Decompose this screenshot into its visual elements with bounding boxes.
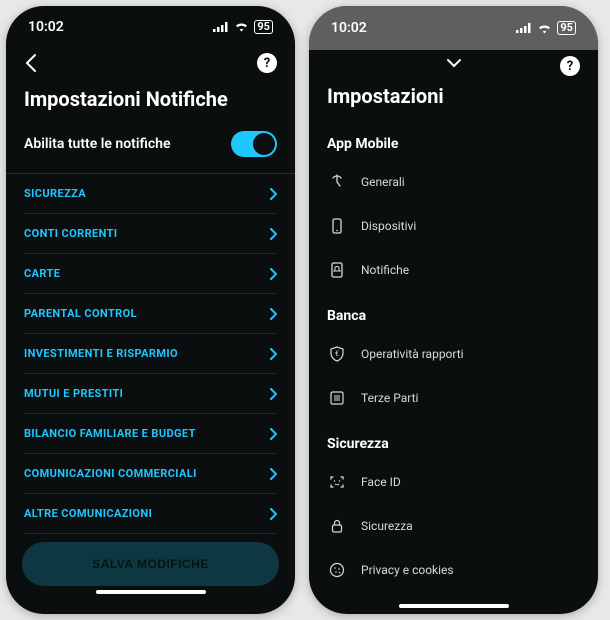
category-label: BILANCIO FAMILIARE E BUDGET bbox=[24, 427, 196, 440]
signal-icon bbox=[213, 22, 229, 32]
settings-item-label: Terze Parti bbox=[361, 391, 418, 405]
category-item[interactable]: SICUREZZA bbox=[24, 174, 277, 214]
save-area: SALVA MODIFICHE bbox=[6, 534, 295, 614]
wifi-icon bbox=[537, 23, 552, 34]
device-icon bbox=[327, 216, 347, 236]
help-icon[interactable]: ? bbox=[257, 53, 277, 73]
status-icons: 95 bbox=[213, 20, 273, 34]
chevron-right-icon bbox=[269, 268, 277, 280]
chevron-right-icon bbox=[269, 508, 277, 520]
category-label: COMUNICAZIONI COMMERCIALI bbox=[24, 467, 197, 480]
category-label: SICUREZZA bbox=[24, 187, 86, 200]
settings-item[interactable]: Terze Parti bbox=[309, 376, 598, 420]
list-icon bbox=[327, 388, 347, 408]
page-title: Impostazioni Notifiche bbox=[6, 77, 295, 123]
enable-all-toggle[interactable] bbox=[231, 131, 277, 157]
status-time: 10:02 bbox=[331, 20, 367, 36]
lock-icon bbox=[327, 516, 347, 536]
chevron-down-icon[interactable] bbox=[444, 56, 464, 70]
shield-euro-icon: € bbox=[327, 344, 347, 364]
category-item[interactable]: CARTE bbox=[24, 254, 277, 294]
settings-item[interactable]: Generali bbox=[309, 160, 598, 204]
category-item[interactable]: ALTRE COMUNICAZIONI bbox=[24, 494, 277, 534]
enable-all-row: Abilita tutte le notifiche bbox=[6, 123, 295, 174]
settings-item-label: Sicurezza bbox=[361, 519, 413, 533]
settings-item-label: Dispositivi bbox=[361, 219, 416, 233]
battery-indicator: 95 bbox=[557, 21, 576, 35]
home-indicator bbox=[399, 604, 509, 608]
status-bar: 10:02 95 bbox=[309, 6, 598, 50]
wifi-icon bbox=[234, 21, 249, 32]
status-icons: 95 bbox=[516, 21, 576, 35]
category-item[interactable]: COMUNICAZIONI COMMERCIALI bbox=[24, 454, 277, 494]
section-title: App Mobile bbox=[309, 120, 598, 160]
settings-item[interactable]: Dispositivi bbox=[309, 204, 598, 248]
enable-all-label: Abilita tutte le notifiche bbox=[24, 136, 171, 152]
category-item[interactable]: INVESTIMENTI E RISPARMIO bbox=[24, 334, 277, 374]
settings-scroll: App Mobile Generali Dispositivi Notifiche Ba… bbox=[309, 120, 598, 600]
category-label: ALTRE COMUNICAZIONI bbox=[24, 507, 152, 520]
category-item[interactable]: PARENTAL CONTROL bbox=[24, 294, 277, 334]
page-title: Impostazioni bbox=[309, 74, 598, 120]
chevron-right-icon bbox=[269, 388, 277, 400]
category-label: INVESTIMENTI E RISPARMIO bbox=[24, 347, 178, 360]
category-label: CARTE bbox=[24, 267, 60, 280]
category-label: PARENTAL CONTROL bbox=[24, 307, 137, 320]
chevron-right-icon bbox=[269, 468, 277, 480]
status-bar: 10:02 95 bbox=[6, 6, 295, 47]
status-time: 10:02 bbox=[28, 19, 64, 35]
section-title: Banca bbox=[309, 292, 598, 332]
settings-item[interactable]: Sicurezza bbox=[309, 504, 598, 548]
category-item[interactable]: BILANCIO FAMILIARE E BUDGET bbox=[24, 414, 277, 454]
settings-item[interactable]: Notifiche bbox=[309, 248, 598, 292]
category-item[interactable]: CONTI CORRENTI bbox=[24, 214, 277, 254]
save-button[interactable]: SALVA MODIFICHE bbox=[22, 542, 279, 586]
settings-item[interactable]: Face ID bbox=[309, 460, 598, 504]
category-item[interactable]: MUTUI E PRESTITI bbox=[24, 374, 277, 414]
app-header: ? bbox=[6, 47, 295, 77]
app-header: ? bbox=[309, 50, 598, 74]
section-title: Sicurezza bbox=[309, 420, 598, 460]
svg-text:€: € bbox=[335, 350, 339, 358]
settings-item-label: Operatività rapporti bbox=[361, 347, 464, 361]
settings-item-label: Generali bbox=[361, 175, 405, 189]
tap-icon bbox=[327, 172, 347, 192]
category-list: SICUREZZA CONTI CORRENTI CARTE PARENTAL CON… bbox=[6, 174, 295, 534]
chevron-right-icon bbox=[269, 228, 277, 240]
home-indicator bbox=[96, 590, 206, 594]
battery-indicator: 95 bbox=[254, 20, 273, 34]
phone-left: 10:02 95 ? Impostazioni Notifiche Abilit… bbox=[6, 6, 295, 614]
settings-item-label: Privacy e cookies bbox=[361, 563, 454, 577]
back-icon[interactable] bbox=[24, 53, 38, 73]
settings-item-label: Face ID bbox=[361, 475, 401, 489]
settings-item-label: Notifiche bbox=[361, 263, 409, 277]
chevron-right-icon bbox=[269, 188, 277, 200]
chevron-right-icon bbox=[269, 428, 277, 440]
settings-item[interactable]: Privacy e cookies bbox=[309, 548, 598, 592]
signal-icon bbox=[516, 23, 532, 33]
settings-item[interactable]: € Operatività rapporti bbox=[309, 332, 598, 376]
faceid-icon bbox=[327, 472, 347, 492]
chevron-right-icon bbox=[269, 348, 277, 360]
help-icon[interactable]: ? bbox=[560, 56, 580, 76]
cookie-icon bbox=[327, 560, 347, 580]
phone-right: 10:02 95 ? Impostazioni App Mobile Genera… bbox=[309, 6, 598, 614]
category-label: CONTI CORRENTI bbox=[24, 227, 117, 240]
bell-icon bbox=[327, 260, 347, 280]
category-label: MUTUI E PRESTITI bbox=[24, 387, 123, 400]
chevron-right-icon bbox=[269, 308, 277, 320]
